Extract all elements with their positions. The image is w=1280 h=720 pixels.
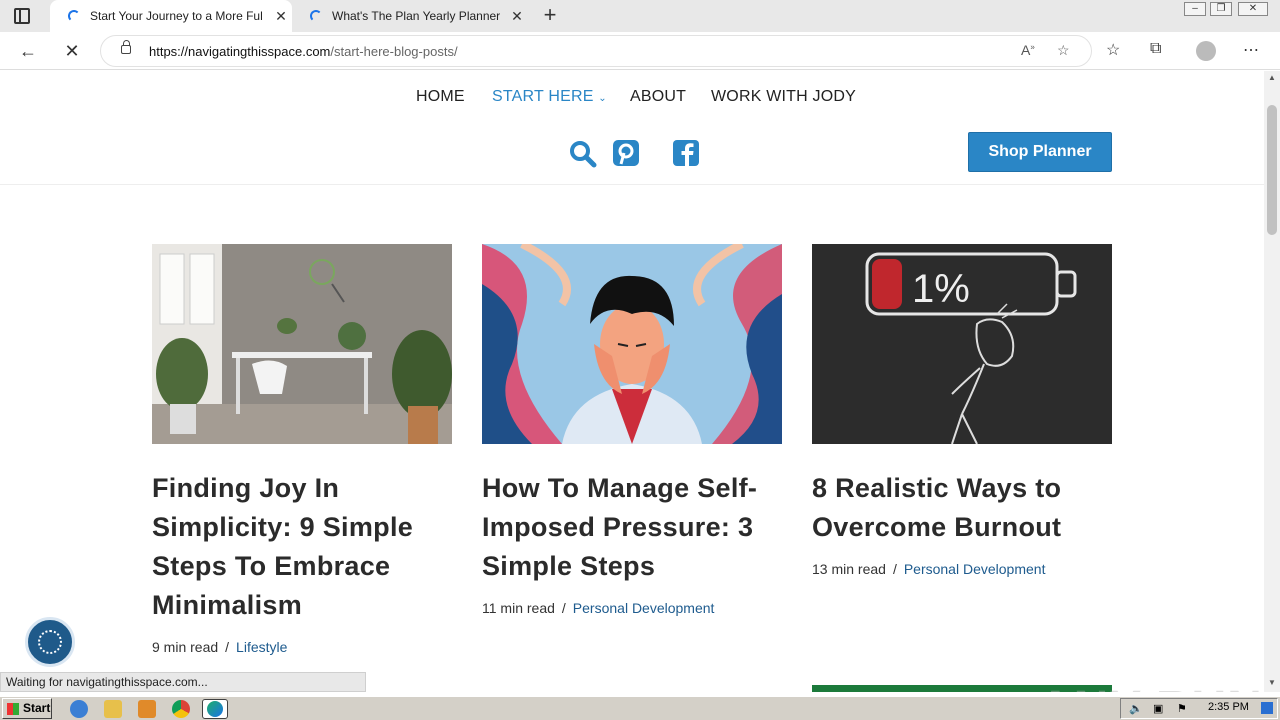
minimize-button[interactable]: – (1184, 2, 1206, 16)
tab-inactive[interactable]: What's The Plan Yearly Planner ✕ (292, 0, 528, 32)
post-title[interactable]: Finding Joy In Simplicity: 9 Simple Step… (152, 469, 452, 625)
pinterest-icon[interactable] (612, 139, 642, 169)
meta-separator: / (892, 561, 897, 577)
taskbar: Start 🔈 ▣ ⚑ 2:35 PM (0, 696, 1280, 720)
system-tray: 🔈 ▣ ⚑ (1120, 698, 1278, 719)
category-link[interactable]: Lifestyle (236, 639, 287, 655)
status-bar: Waiting for navigatingthisspace.com... (0, 672, 366, 692)
read-aloud-icon[interactable]: A» (1021, 42, 1035, 58)
address-bar-row: ← ✕ https://navigatingthisspace.com/star… (0, 32, 1280, 70)
page-scrollbar[interactable]: ▲ ▼ (1264, 71, 1280, 692)
search-icon[interactable] (568, 139, 598, 169)
address-bar[interactable]: https://navigatingthisspace.com/start-he… (100, 35, 1092, 67)
read-time: 9 min read (152, 639, 219, 655)
category-link[interactable]: Personal Development (573, 600, 715, 616)
meta-separator: / (225, 639, 230, 655)
header-divider (0, 184, 1264, 185)
chrome-icon[interactable] (172, 700, 190, 718)
close-tab-icon[interactable]: ✕ (506, 8, 528, 25)
category-link[interactable]: Personal Development (904, 561, 1046, 577)
network-icon[interactable]: ▣ (1153, 702, 1163, 715)
start-button[interactable]: Start (2, 698, 52, 719)
tab-title: Start Your Journey to a More Ful (90, 9, 263, 23)
ie-icon[interactable] (70, 700, 88, 718)
scroll-thumb[interactable] (1267, 105, 1277, 235)
meta-separator: / (561, 600, 566, 616)
menu-start-here[interactable]: START HERE ⌄ (492, 88, 607, 106)
scroll-down-icon[interactable]: ▼ (1264, 676, 1280, 690)
accessibility-widget-button[interactable] (25, 617, 75, 667)
tab-title: What's The Plan Yearly Planner (332, 9, 501, 23)
close-window-button[interactable]: ✕ (1238, 2, 1268, 16)
chevron-down-icon: ⌄ (598, 93, 607, 104)
page-viewport: HOME START HERE ⌄ ABOUT WORK WITH JODY S… (0, 71, 1264, 692)
profile-avatar[interactable] (1196, 41, 1216, 61)
shop-planner-button[interactable]: Shop Planner (968, 132, 1112, 172)
favorites-icon[interactable]: ☆ (1106, 40, 1120, 60)
post-title[interactable]: How To Manage Self-Imposed Pressure: 3 S… (482, 469, 782, 586)
back-icon[interactable]: ← (16, 39, 40, 63)
media-player-icon[interactable] (138, 700, 156, 718)
battery-label: 1% (912, 267, 970, 311)
read-time: 13 min read (812, 561, 886, 577)
post-card[interactable]: Finding Joy In Simplicity: 9 Simple Step… (152, 244, 452, 655)
close-tab-icon[interactable]: ✕ (270, 8, 292, 25)
post-image-desk[interactable] (152, 244, 452, 444)
loading-icon (310, 10, 322, 22)
main-menu: HOME START HERE ⌄ ABOUT WORK WITH JODY (0, 88, 1264, 110)
clock: 2:35 PM (1208, 701, 1249, 713)
post-image-pressure[interactable] (482, 240, 782, 444)
post-meta: 13 min read / Personal Development (812, 561, 1112, 577)
tab-active[interactable]: Start Your Journey to a More Ful ✕ (50, 0, 292, 32)
scroll-up-icon[interactable]: ▲ (1264, 71, 1280, 85)
post-meta: 11 min read / Personal Development (482, 600, 782, 616)
flag-icon[interactable]: ⚑ (1177, 702, 1187, 715)
post-card[interactable]: How To Manage Self-Imposed Pressure: 3 S… (482, 240, 782, 616)
volume-icon[interactable]: 🔈 (1129, 702, 1143, 715)
read-time: 11 min read (482, 600, 555, 616)
menu-about[interactable]: ABOUT (630, 88, 686, 106)
restore-button[interactable]: ❐ (1210, 2, 1232, 16)
tab-bar: Start Your Journey to a More Ful ✕ What'… (0, 0, 1280, 32)
fingerprint-icon (38, 630, 62, 654)
post-image-burnout[interactable]: 1% (812, 244, 1112, 445)
windows-logo-icon (7, 703, 19, 715)
watermark: ANY RUN (1038, 681, 1263, 692)
new-tab-button[interactable]: + (538, 4, 562, 28)
folder-icon[interactable] (104, 700, 122, 718)
post-meta: 9 min read / Lifestyle (152, 639, 452, 655)
edge-taskbar-button[interactable] (202, 699, 228, 719)
collections-icon[interactable]: ⧉ (1150, 40, 1161, 58)
url-text[interactable]: https://navigatingthisspace.com/start-he… (149, 44, 458, 59)
more-icon[interactable]: ⋯ (1243, 40, 1259, 60)
post-title[interactable]: 8 Realistic Ways to Overcome Burnout (812, 469, 1112, 547)
tab-actions-icon[interactable] (14, 8, 30, 24)
lock-icon[interactable] (121, 40, 131, 54)
post-card[interactable]: 1% 8 Realistic Ways to Overcome Burnout … (812, 244, 1112, 577)
edge-icon (207, 701, 223, 717)
menu-work-with-jody[interactable]: WORK WITH JODY (711, 88, 856, 106)
facebook-icon[interactable] (672, 139, 702, 169)
stop-icon[interactable]: ✕ (60, 39, 84, 63)
add-favorite-icon[interactable]: ☆ (1057, 42, 1070, 59)
desktop-icon[interactable] (1261, 702, 1273, 714)
menu-home[interactable]: HOME (416, 88, 465, 106)
loading-icon (68, 10, 80, 22)
